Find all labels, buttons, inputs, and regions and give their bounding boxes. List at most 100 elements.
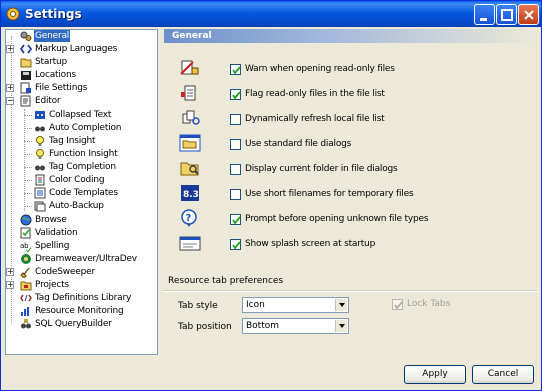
collapse-icon <box>35 111 45 119</box>
app-icon <box>6 7 20 21</box>
tree-item-browse[interactable]: Browse <box>6 214 156 226</box>
tree-item-validation[interactable]: Validation <box>6 227 156 239</box>
tree-item-spelling[interactable]: ab Spelling <box>6 240 156 252</box>
current-folder-icon <box>180 162 199 176</box>
tab-style-value: Icon <box>246 300 265 310</box>
dropdown-arrow-icon[interactable] <box>335 299 347 311</box>
flag-read-only-checkbox[interactable] <box>230 89 241 100</box>
tree-item-tag-insight[interactable]: Tag Insight <box>6 135 156 147</box>
splash-screen-checkbox[interactable] <box>230 239 241 250</box>
tree-item-label: Collapsed Text <box>49 110 112 120</box>
group-divider <box>164 290 538 292</box>
tree-item-dreamweaver[interactable]: Dreamweaver/UltraDev <box>6 253 156 265</box>
document-icon <box>35 174 45 186</box>
binoculars-icon <box>35 165 45 171</box>
tree-item-label: Markup Languages <box>35 44 118 54</box>
tree-item-label: Editor <box>35 96 61 106</box>
tree-item-startup[interactable]: Startup <box>6 56 156 68</box>
tree-item-function-insight[interactable]: Function Insight <box>6 148 156 160</box>
panel-header: General <box>164 29 538 43</box>
tree-item-editor[interactable]: − Editor <box>6 95 156 107</box>
expand-icon[interactable]: + <box>6 281 14 289</box>
title-bar[interactable]: Settings <box>1 1 541 27</box>
maximize-button[interactable] <box>496 4 517 25</box>
binoculars-icon <box>35 126 45 132</box>
code-template-icon <box>34 187 46 199</box>
read-only-warning-icon <box>180 60 199 75</box>
tree-item-file-settings[interactable]: + File Settings <box>6 82 156 94</box>
lightbulb-icon <box>36 149 44 159</box>
tag-library-icon <box>20 294 32 302</box>
tree-item-label: Projects <box>35 280 69 290</box>
tree-item-general[interactable]: General <box>6 30 156 42</box>
spelling-icon: ab <box>20 242 32 252</box>
tree-item-collapsed-text[interactable]: Collapsed Text <box>6 109 156 121</box>
tree-item-auto-backup[interactable]: Auto-Backup <box>6 200 156 212</box>
tree-item-label: Dreamweaver/UltraDev <box>35 254 137 264</box>
tree-item-projects[interactable]: + Projects <box>6 279 156 291</box>
unknown-type-icon: ? <box>181 209 197 227</box>
apply-button[interactable]: Apply <box>404 365 466 384</box>
tree-item-sql-querybuilder[interactable]: SQL QueryBuilder <box>6 318 156 330</box>
cancel-button[interactable]: Cancel <box>472 365 534 384</box>
tree-item-label: Tag Definitions Library <box>35 293 132 303</box>
tree-item-label: Tag Insight <box>49 136 96 146</box>
tree-item-auto-completion[interactable]: Auto Completion <box>6 122 156 134</box>
standard-dialogs-label: Use standard file dialogs <box>245 139 352 149</box>
globe-icon <box>20 214 32 226</box>
close-icon <box>524 10 534 20</box>
current-folder-checkbox[interactable] <box>230 164 241 175</box>
file-settings-icon <box>20 82 31 94</box>
tree-item-label: Auto Completion <box>49 123 122 133</box>
tree-line <box>24 154 32 155</box>
tree-line <box>24 193 32 194</box>
dreamweaver-icon <box>21 254 31 264</box>
collapse-toggle-icon[interactable]: − <box>6 97 14 105</box>
settings-tree[interactable]: General + Markup Languages Startup Locat… <box>5 29 158 355</box>
tree-item-tag-definitions-library[interactable]: Tag Definitions Library <box>6 292 156 304</box>
tree-line <box>24 167 32 168</box>
tree-line <box>24 206 32 207</box>
settings-window: Settings General + Markup Languages Star… <box>0 0 542 391</box>
dynamic-refresh-checkbox[interactable] <box>230 114 241 125</box>
expand-icon[interactable]: + <box>6 268 14 276</box>
file-dialog-icon <box>179 134 201 152</box>
tree-item-label: Startup <box>35 57 68 67</box>
tree-item-markup-languages[interactable]: + Markup Languages <box>6 43 156 55</box>
warn-read-only-checkbox[interactable] <box>230 64 241 75</box>
tree-item-label: Function Insight <box>49 149 118 159</box>
tree-line <box>24 128 32 129</box>
open-folder-icon <box>20 58 32 68</box>
expand-icon[interactable]: + <box>6 84 14 92</box>
checkmark-icon <box>232 66 241 75</box>
tab-style-label: Tab style <box>178 301 218 311</box>
lock-tabs-box[interactable] <box>392 299 403 310</box>
tree-item-resource-monitoring[interactable]: Resource Monitoring <box>6 305 156 317</box>
svg-text:ab: ab <box>20 242 29 250</box>
close-button[interactable] <box>518 4 539 25</box>
tree-item-label: SQL QueryBuilder <box>35 319 112 329</box>
short-filename-icon-text: 8.3 <box>183 190 199 200</box>
tree-item-color-coding[interactable]: Color Coding <box>6 174 156 186</box>
minimize-button[interactable] <box>474 4 495 25</box>
tree-item-tag-completion[interactable]: Tag Completion <box>6 161 156 173</box>
tree-item-code-templates[interactable]: Code Templates <box>6 187 156 199</box>
tree-item-codesweeper[interactable]: + CodeSweeper <box>6 266 156 278</box>
prompt-unknown-checkbox[interactable] <box>230 214 241 225</box>
tree-item-label: CodeSweeper <box>35 267 95 277</box>
splash-screen-label: Show splash screen at startup <box>245 239 376 249</box>
standard-dialogs-checkbox[interactable] <box>230 139 241 150</box>
expand-icon[interactable]: + <box>6 45 14 53</box>
tree-item-label: General <box>34 30 71 42</box>
short-filename-icon: 8.3 <box>181 185 199 201</box>
checkmark-icon <box>232 91 241 100</box>
monitor-icon <box>21 307 29 316</box>
tree-item-locations[interactable]: Locations <box>6 69 156 81</box>
dropdown-arrow-icon[interactable] <box>335 320 347 332</box>
tree-item-label: Code Templates <box>49 188 118 198</box>
current-folder-label: Display current folder in file dialogs <box>245 164 398 174</box>
tab-style-select[interactable]: Icon <box>242 297 349 313</box>
short-filenames-checkbox[interactable] <box>230 189 241 200</box>
tab-position-select[interactable]: Bottom <box>242 318 349 334</box>
tab-position-value: Bottom <box>246 321 280 331</box>
